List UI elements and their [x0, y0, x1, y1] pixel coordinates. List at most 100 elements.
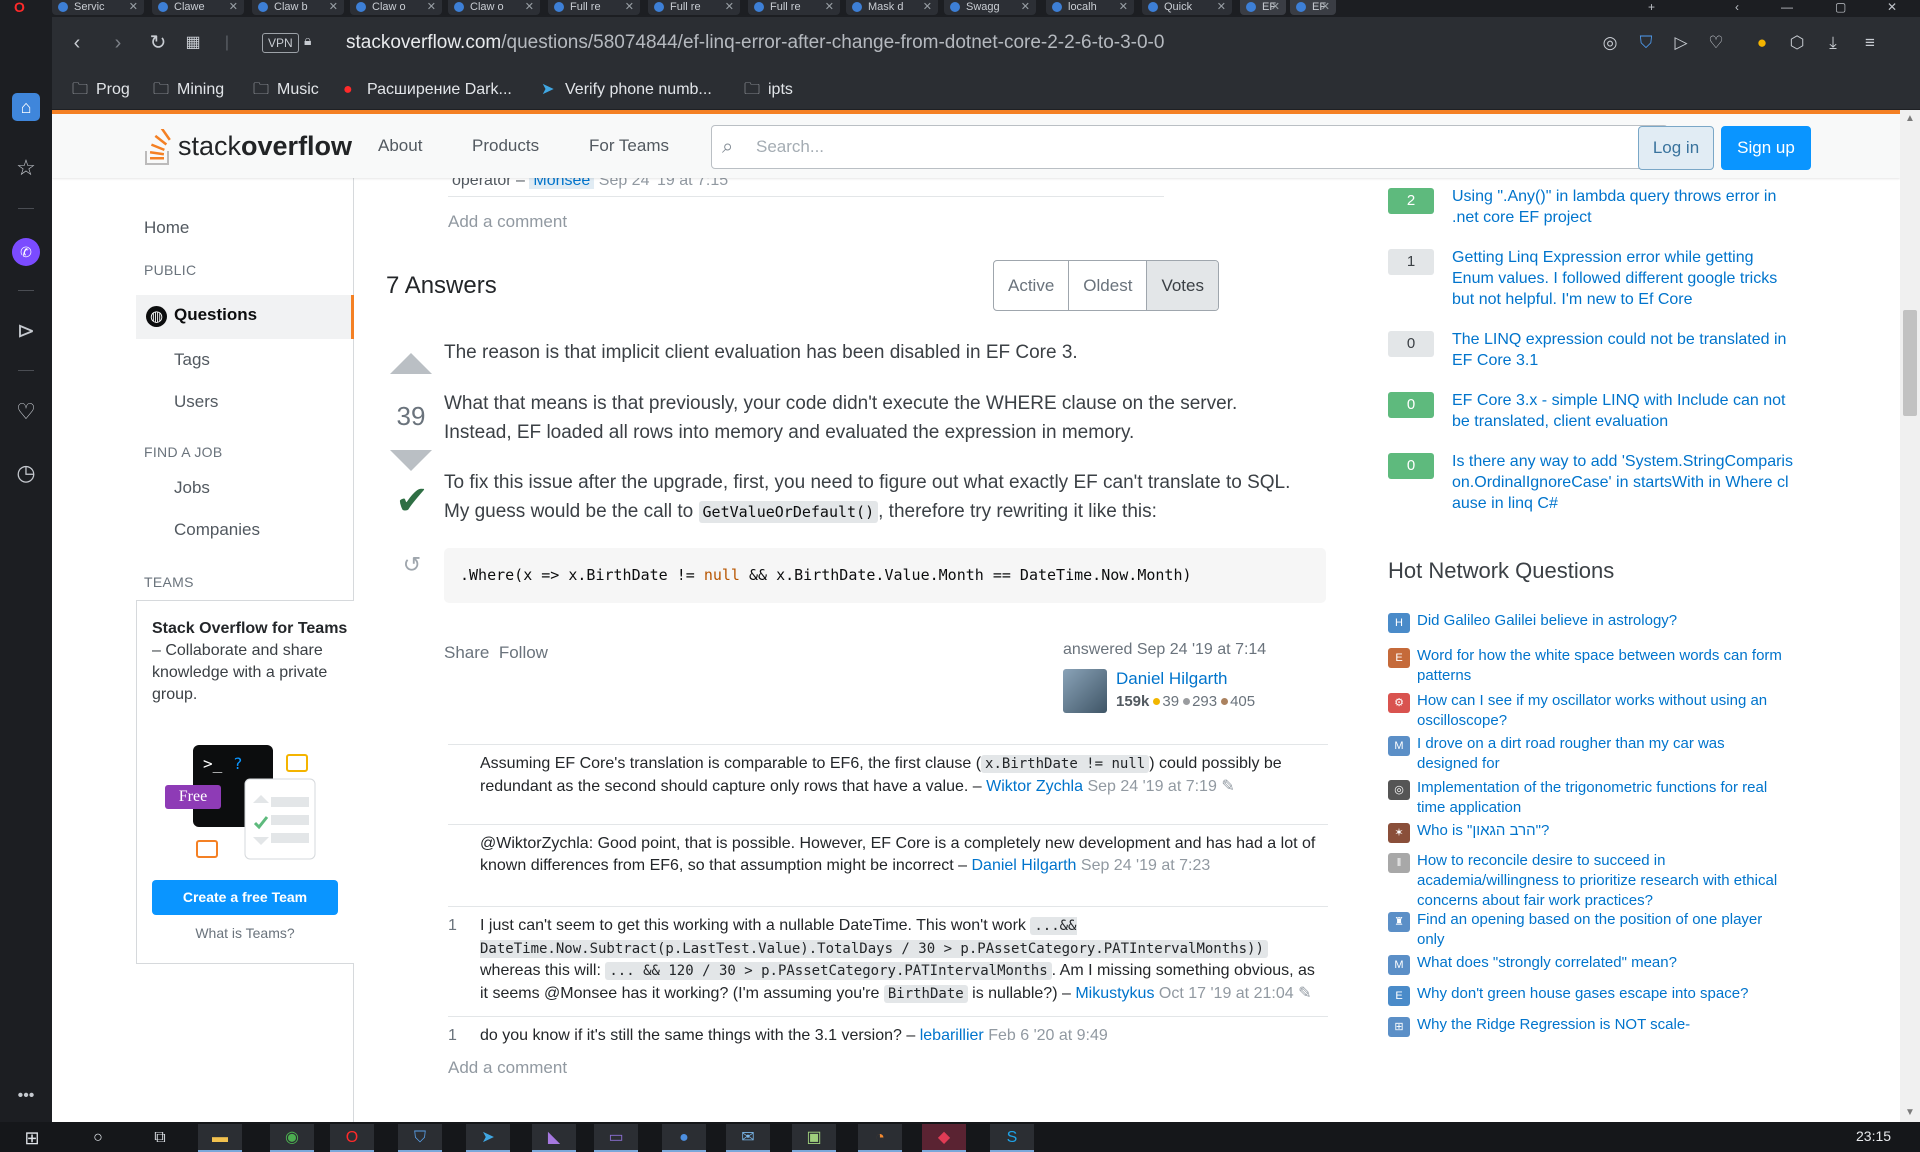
tab-close-icon[interactable]: ✕	[427, 0, 436, 14]
maps-icon[interactable]: ●	[662, 1124, 706, 1152]
more-icon[interactable]: •••	[12, 1082, 40, 1110]
revision-history-icon[interactable]: ↺	[398, 551, 426, 579]
vpn-badge[interactable]: VPN	[262, 33, 299, 53]
scroll-thumb[interactable]	[1903, 310, 1917, 416]
add-comment-link[interactable]: Add a comment	[448, 212, 567, 232]
task-view-icon[interactable]: ⧉	[138, 1124, 182, 1152]
player-icon[interactable]: ⊳	[12, 317, 40, 345]
browser-tab[interactable]: Clawe ✕	[152, 0, 244, 15]
bookmark-music[interactable]: 🗀︎ Music	[253, 69, 319, 110]
bookmark-ipts[interactable]: 🗀︎ ipts	[744, 69, 793, 110]
search-icon[interactable]: ○	[76, 1124, 120, 1152]
related-question-link[interactable]: EF Core 3.x - simple LINQ with Include c…	[1452, 390, 1794, 432]
tab-close-icon[interactable]: ✕	[329, 0, 338, 14]
url-field[interactable]: stackoverflow.com/questions/58074844/ef-…	[346, 31, 1164, 55]
tab-close-icon[interactable]: ✕	[1217, 0, 1226, 14]
tab-close-icon[interactable]: ✕	[923, 0, 932, 14]
tab-close-icon[interactable]: ✕	[129, 0, 138, 14]
browser-tab[interactable]: Claw o ✕	[448, 0, 540, 15]
nav-products[interactable]: Products	[472, 133, 539, 159]
so-logo[interactable]: stackoverflow	[144, 126, 352, 166]
browser-tab[interactable]: Servic ✕	[52, 0, 144, 15]
hot-network-question-link[interactable]: Find an opening based on the position of…	[1417, 910, 1787, 950]
browser-tab[interactable]: Full re ✕	[548, 0, 640, 15]
related-question-link[interactable]: Using ".Any()" in lambda query throws er…	[1452, 186, 1794, 228]
browser-tab[interactable]: Full re ✕	[748, 0, 840, 15]
home-icon[interactable]: ⌂	[12, 93, 40, 121]
upvote-arrow-icon[interactable]	[390, 353, 432, 374]
nav-tags[interactable]: Tags	[174, 348, 210, 372]
browser-tab[interactable]: localh ✕	[1046, 0, 1134, 15]
search-input[interactable]	[756, 132, 1636, 162]
nav-for-teams[interactable]: For Teams	[589, 133, 669, 159]
nav-home[interactable]: Home	[144, 216, 189, 240]
comment-user-link[interactable]: Mikustykus	[1075, 985, 1154, 1002]
hot-network-question-link[interactable]: How can I see if my oscillator works wit…	[1417, 691, 1787, 731]
related-question-link[interactable]: Getting Linq Expression error while gett…	[1452, 247, 1794, 310]
answer-author-link[interactable]: Daniel Hilgarth	[1116, 669, 1228, 689]
add-comment-link[interactable]: Add a comment	[448, 1058, 567, 1078]
star-icon[interactable]: ☆	[12, 154, 40, 182]
lightbulb-icon[interactable]: ●	[1750, 31, 1774, 55]
page-scrollbar[interactable]: ▲ ▼	[1900, 110, 1920, 1122]
send-icon[interactable]: ▷	[1669, 31, 1693, 55]
edit-pencil-icon[interactable]: ✎	[1298, 985, 1311, 1002]
sort-oldest-tab[interactable]: Oldest	[1069, 261, 1148, 310]
signup-button[interactable]: Sign up	[1721, 126, 1811, 170]
tab-close-icon[interactable]: ✕	[1271, 0, 1280, 14]
bookmark-mining[interactable]: 🗀︎ Mining	[153, 69, 224, 110]
tab-close-icon[interactable]: ✕	[1321, 0, 1330, 14]
sort-votes-tab[interactable]: Votes	[1147, 261, 1218, 310]
follow-link[interactable]: Follow	[499, 643, 548, 662]
opera-icon[interactable]: O	[330, 1124, 374, 1152]
windows-start-icon[interactable]: ⊞	[10, 1124, 54, 1152]
photos-icon[interactable]: ▣	[792, 1124, 836, 1152]
hot-network-question-link[interactable]: How to reconcile desire to succeed in ac…	[1417, 851, 1787, 911]
heart-icon[interactable]: ♡	[12, 398, 40, 426]
comment-user-link[interactable]: Wiktor Zychla	[986, 778, 1083, 795]
tab-close-icon[interactable]: ✕	[229, 0, 238, 14]
forward-icon[interactable]: ›	[106, 31, 130, 55]
nav-about[interactable]: About	[378, 133, 422, 159]
tab-add-icon[interactable]: +	[1648, 0, 1655, 14]
opera-logo-icon[interactable]: O	[14, 0, 34, 14]
hot-network-question-link[interactable]: What does "strongly correlated" mean?	[1417, 953, 1787, 973]
telegram-icon[interactable]: ➤	[466, 1124, 510, 1152]
browser-tab[interactable]: Mask d ✕	[846, 0, 938, 15]
visual-studio-icon[interactable]: ◣	[532, 1124, 576, 1152]
hot-network-question-link[interactable]: Implementation of the trigonometric func…	[1417, 778, 1787, 818]
browser-tab[interactable]: Claw o ✕	[350, 0, 442, 15]
shield-icon[interactable]: ⛉	[1634, 31, 1658, 55]
downvote-arrow-icon[interactable]	[390, 450, 432, 471]
nav-jobs[interactable]: Jobs	[174, 476, 210, 500]
menu-icon[interactable]: ≡	[1858, 31, 1882, 55]
tab-close-icon[interactable]: ✕	[625, 0, 634, 14]
comment-user-link[interactable]: lebarillier	[920, 1027, 984, 1044]
heart-icon[interactable]: ♡	[1704, 31, 1728, 55]
bookmark-prog[interactable]: 🗀︎ Prog	[72, 69, 130, 110]
tab-close-icon[interactable]: ✕	[1119, 0, 1128, 14]
hot-network-question-link[interactable]: Who is "הרב הגאון"?	[1417, 821, 1787, 841]
related-question-link[interactable]: The LINQ expression could not be transla…	[1452, 329, 1794, 371]
avatar[interactable]	[1063, 669, 1107, 713]
window-maximize-icon[interactable]: ▢	[1835, 0, 1846, 14]
comment-user-link[interactable]: Daniel Hilgarth	[972, 857, 1077, 874]
nav-companies[interactable]: Companies	[174, 518, 260, 542]
tab-close-icon[interactable]: ✕	[725, 0, 734, 14]
browser-tab[interactable]: Swagg ✕	[944, 0, 1036, 15]
hot-network-question-link[interactable]: Word for how the white space between wor…	[1417, 646, 1787, 686]
bookmark-verify-phone[interactable]: ➤ Verify phone numb...	[541, 69, 712, 110]
nav-users[interactable]: Users	[174, 390, 218, 414]
history-clock-icon[interactable]: ◷	[12, 459, 40, 487]
tab-close-icon[interactable]: ✕	[1021, 0, 1030, 14]
bookmark-dark-extension[interactable]: ● Расширение Dark...	[343, 69, 512, 110]
hot-network-question-link[interactable]: Why the Ridge Regression is NOT scale-	[1417, 1015, 1787, 1035]
browser-tab[interactable]: Claw b ✕	[252, 0, 344, 15]
reload-icon[interactable]: ↻	[146, 31, 170, 55]
nav-questions[interactable]: ◍ Questions	[136, 295, 354, 339]
browser-tab[interactable]: Full re ✕	[648, 0, 740, 15]
hot-network-question-link[interactable]: I drove on a dirt road rougher than my c…	[1417, 734, 1787, 774]
browser-tab[interactable]: Quick ✕	[1142, 0, 1232, 15]
tab-close-icon[interactable]: ✕	[525, 0, 534, 14]
terminal-icon[interactable]: ▭	[594, 1124, 638, 1152]
